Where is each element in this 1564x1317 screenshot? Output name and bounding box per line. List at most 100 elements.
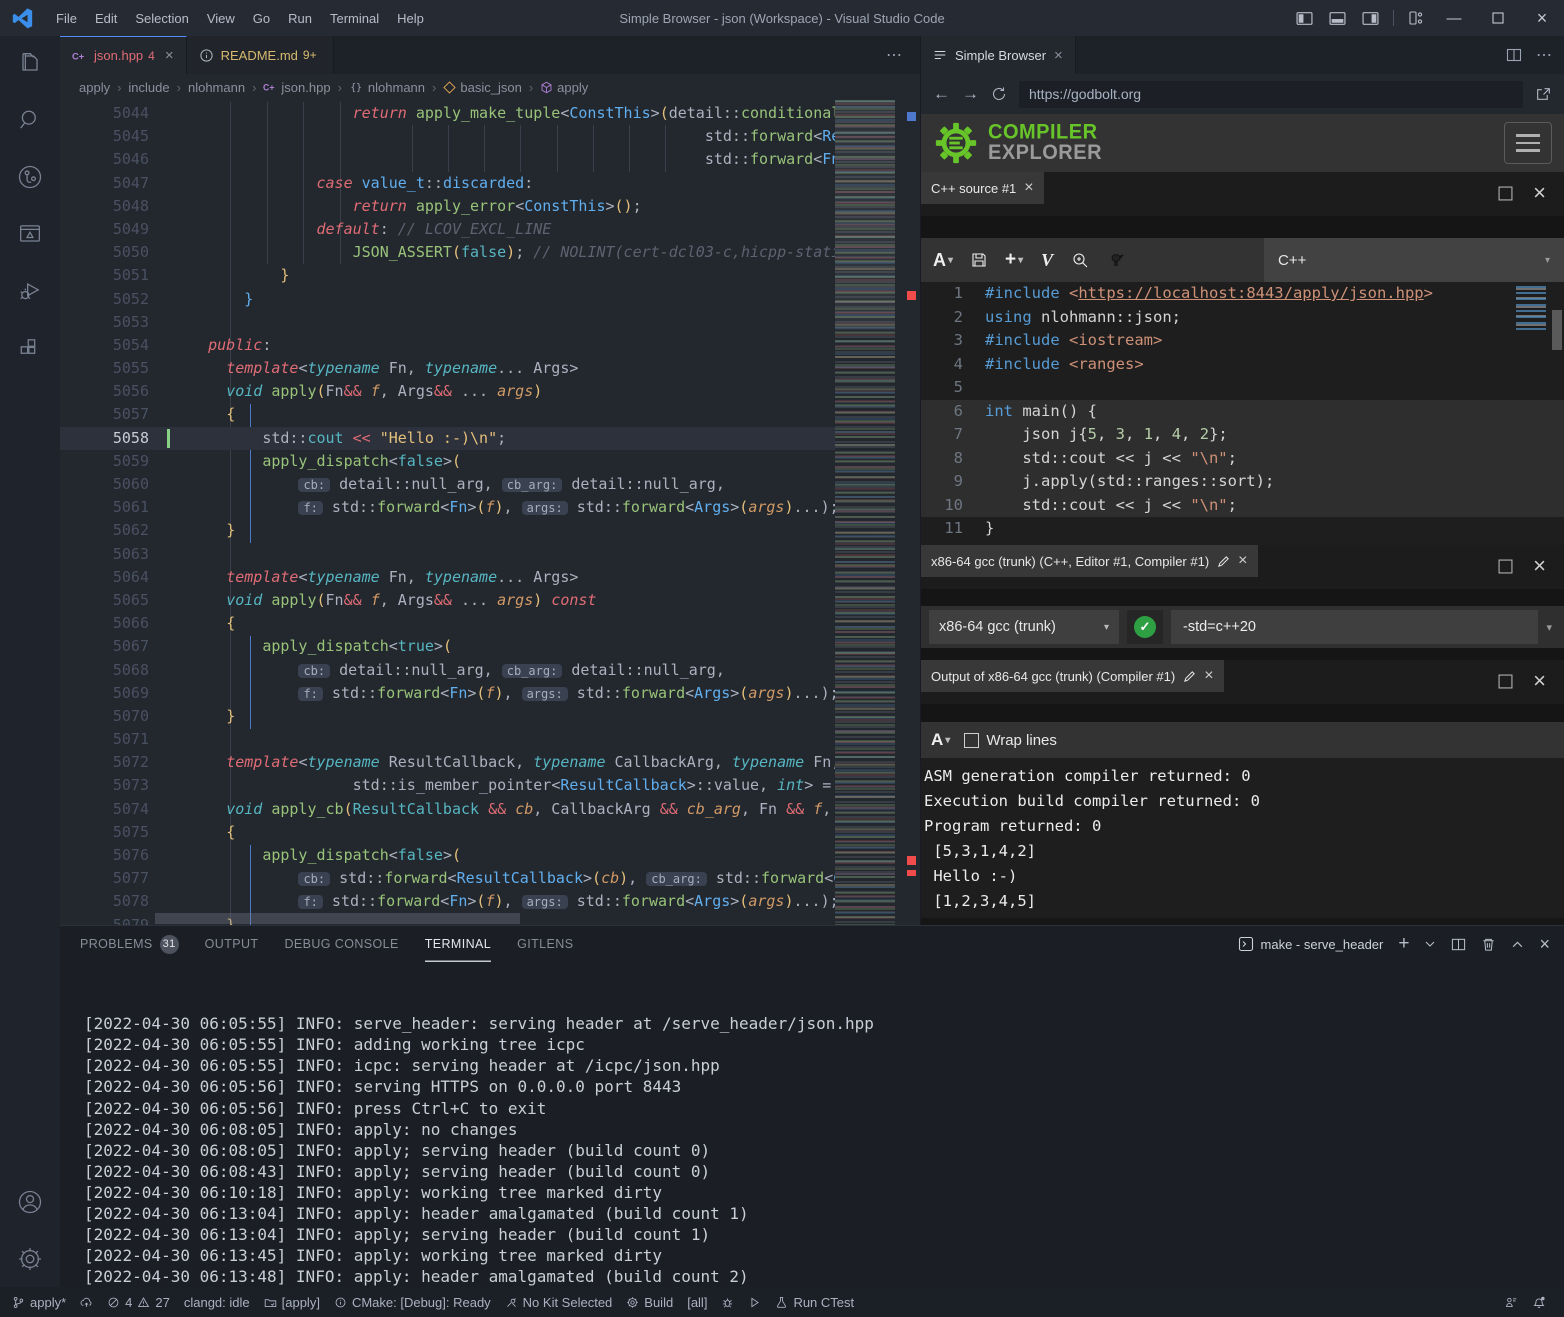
customize-layout-icon[interactable] — [1408, 10, 1424, 26]
menu-edit[interactable]: Edit — [86, 11, 126, 26]
code-line[interactable]: 5048 return apply_error<ConstThis>(); — [60, 195, 835, 218]
code-line[interactable]: 5050 JSON_ASSERT(false); // NOLINT(cert-… — [60, 241, 835, 264]
code-line[interactable]: 5075 { — [60, 821, 835, 844]
font-size-icon[interactable]: A▾ — [931, 730, 950, 750]
explorer-icon[interactable] — [16, 49, 44, 77]
code-line[interactable]: 5057 { — [60, 403, 835, 426]
close-tab-icon[interactable]: × — [1054, 47, 1063, 64]
toggle-panel-icon[interactable] — [1329, 10, 1346, 27]
forward-icon[interactable]: → — [962, 84, 979, 104]
breadcrumb-item-json.hpp[interactable]: C+json.hpp — [263, 80, 330, 95]
account-icon[interactable] — [16, 1188, 44, 1216]
chevron-down-icon[interactable] — [1424, 938, 1436, 950]
code-line[interactable]: 5071 — [60, 728, 835, 751]
git-branch-status[interactable]: apply* — [12, 1295, 66, 1310]
code-editor[interactable]: 5044 return apply_make_tuple<ConstThis>(… — [60, 100, 920, 925]
notifications-bell[interactable] — [1532, 1295, 1546, 1309]
menu-terminal[interactable]: Terminal — [321, 11, 388, 26]
godbolt-code-line[interactable]: 5 — [921, 376, 1564, 400]
breadcrumb-item-apply[interactable]: apply — [540, 80, 588, 95]
compiler-select[interactable]: x86-64 gcc (trunk)▾ — [929, 610, 1119, 644]
code-line[interactable]: 5065 void apply(Fn&& f, Args&& ... args)… — [60, 589, 835, 612]
cmake-status[interactable]: CMake: [Debug]: Ready — [334, 1295, 491, 1310]
code-line[interactable]: 5056 void apply(Fn&& f, Args&& ... args) — [60, 380, 835, 403]
code-line[interactable]: 5060 cb: detail::null_arg, cb_arg: detai… — [60, 473, 835, 496]
code-line[interactable]: 5054 public: — [60, 334, 835, 357]
code-line[interactable]: 5058 std::cout << "Hello :-)\n"; — [60, 427, 835, 450]
close-button[interactable]: × — [1520, 0, 1564, 36]
zoom-search-icon[interactable] — [1071, 251, 1089, 269]
code-line[interactable]: 5055 template<typename Fn, typename... A… — [60, 357, 835, 380]
code-line[interactable]: 5076 apply_dispatch<false>( — [60, 844, 835, 867]
save-icon[interactable] — [971, 252, 987, 268]
code-line[interactable]: 5051 } — [60, 264, 835, 287]
chevron-down-icon[interactable]: ▾ — [1546, 621, 1556, 634]
code-line[interactable]: 5070 } — [60, 705, 835, 728]
code-line[interactable]: 5073 std::is_member_pointer<ResultCallba… — [60, 774, 835, 797]
close-icon[interactable]: × — [1238, 552, 1247, 570]
project-status[interactable]: [apply] — [264, 1295, 320, 1310]
panel-tab-terminal[interactable]: TERMINAL — [425, 926, 491, 962]
code-line[interactable]: 5045 std::forward<ResultCallb — [60, 125, 835, 148]
back-icon[interactable]: ← — [933, 84, 950, 104]
vim-mode-icon[interactable]: V — [1041, 250, 1053, 271]
code-line[interactable]: 5074 void apply_cb(ResultCallback && cb,… — [60, 798, 835, 821]
maximize-button[interactable] — [1476, 0, 1520, 36]
code-line[interactable]: 5047 case value_t::discarded: — [60, 172, 835, 195]
terminal-output[interactable]: [2022-04-30 06:05:55] INFO: serve_header… — [60, 962, 1564, 1317]
output-pane-tab[interactable]: Output of x86-64 gcc (trunk) (Compiler #… — [921, 660, 1224, 692]
code-line[interactable]: 5068 cb: detail::null_arg, cb_arg: detai… — [60, 659, 835, 682]
tab-simple-browser[interactable]: Simple Browser × — [921, 36, 1076, 74]
compiler-pane-tab[interactable]: x86-64 gcc (trunk) (C++, Editor #1, Comp… — [921, 545, 1258, 577]
horizontal-scrollbar[interactable] — [155, 913, 520, 924]
maximize-pane-icon[interactable] — [1498, 186, 1513, 201]
code-line[interactable]: 5049 default: // LCOV_EXCL_LINE — [60, 218, 835, 241]
godbolt-code-line[interactable]: 1#include <https://localhost:8443/apply/… — [921, 282, 1564, 306]
close-tab-icon[interactable]: × — [165, 47, 174, 64]
code-line[interactable]: 5059 apply_dispatch<false>( — [60, 450, 835, 473]
godbolt-source-editor[interactable]: 1#include <https://localhost:8443/apply/… — [921, 282, 1564, 545]
godbolt-code-line[interactable]: 2using nlohmann::json; — [921, 306, 1564, 330]
more-actions-icon[interactable]: ⋯ — [886, 36, 904, 74]
code-line[interactable]: 5063 — [60, 543, 835, 566]
build-button[interactable]: Build — [626, 1295, 673, 1310]
tab-readme-md[interactable]: README.md 9+ — [187, 36, 334, 74]
compiler-options-input[interactable]: -std=c++20 — [1171, 610, 1538, 644]
code-line[interactable]: 5053 — [60, 311, 835, 334]
split-editor-icon[interactable] — [1506, 47, 1522, 63]
code-line[interactable]: 5062 } — [60, 519, 835, 542]
tab-json-hpp[interactable]: C+ json.hpp 4 × — [60, 36, 187, 74]
godbolt-code-line[interactable]: 9 j.apply(std::ranges::sort); — [921, 470, 1564, 494]
kit-status[interactable]: No Kit Selected — [505, 1295, 613, 1310]
menu-run[interactable]: Run — [279, 11, 321, 26]
more-actions-icon[interactable]: ⋯ — [1536, 45, 1554, 65]
ce-bird-icon[interactable] — [1107, 251, 1125, 269]
kill-terminal-icon[interactable] — [1481, 937, 1496, 952]
close-icon[interactable]: × — [1024, 179, 1033, 197]
code-line[interactable]: 5078 f: std::forward<Fn>(f), args: std::… — [60, 890, 835, 913]
code-line[interactable]: 5064 template<typename Fn, typename... A… — [60, 566, 835, 589]
open-external-icon[interactable] — [1535, 86, 1552, 103]
build-target[interactable]: [all] — [687, 1295, 707, 1310]
split-terminal-icon[interactable] — [1451, 937, 1466, 952]
breadcrumb-item-nlohmann[interactable]: {}nlohmann — [349, 80, 425, 95]
ctest-button[interactable]: Run CTest — [775, 1295, 854, 1310]
panel-tab-gitlens[interactable]: GITLENS — [517, 926, 573, 962]
wrap-lines-checkbox[interactable]: Wrap lines — [964, 732, 1057, 749]
code-line[interactable]: 5067 apply_dispatch<true>( — [60, 635, 835, 658]
breadcrumb-item-apply[interactable]: apply — [79, 80, 110, 95]
minimize-button[interactable]: — — [1432, 0, 1476, 36]
hamburger-menu-icon[interactable] — [1504, 122, 1552, 164]
panel-tab-output[interactable]: OUTPUT — [205, 926, 259, 962]
rename-pencil-icon[interactable] — [1183, 670, 1196, 683]
godbolt-code-line[interactable]: 6int main() { — [921, 400, 1564, 424]
code-line[interactable]: 5046 std::forward<Fn>(f), — [60, 148, 835, 171]
close-pane-icon[interactable]: × — [1533, 668, 1546, 694]
source-control-icon[interactable] — [16, 163, 44, 191]
code-line[interactable]: 5077 cb: std::forward<ResultCallback>(cb… — [60, 867, 835, 890]
minimap[interactable] — [835, 100, 895, 925]
menu-file[interactable]: File — [47, 11, 86, 26]
menu-selection[interactable]: Selection — [126, 11, 197, 26]
godbolt-code-line[interactable]: 4#include <ranges> — [921, 353, 1564, 377]
breadcrumb-item-basic_json[interactable]: basic_json — [443, 80, 521, 95]
